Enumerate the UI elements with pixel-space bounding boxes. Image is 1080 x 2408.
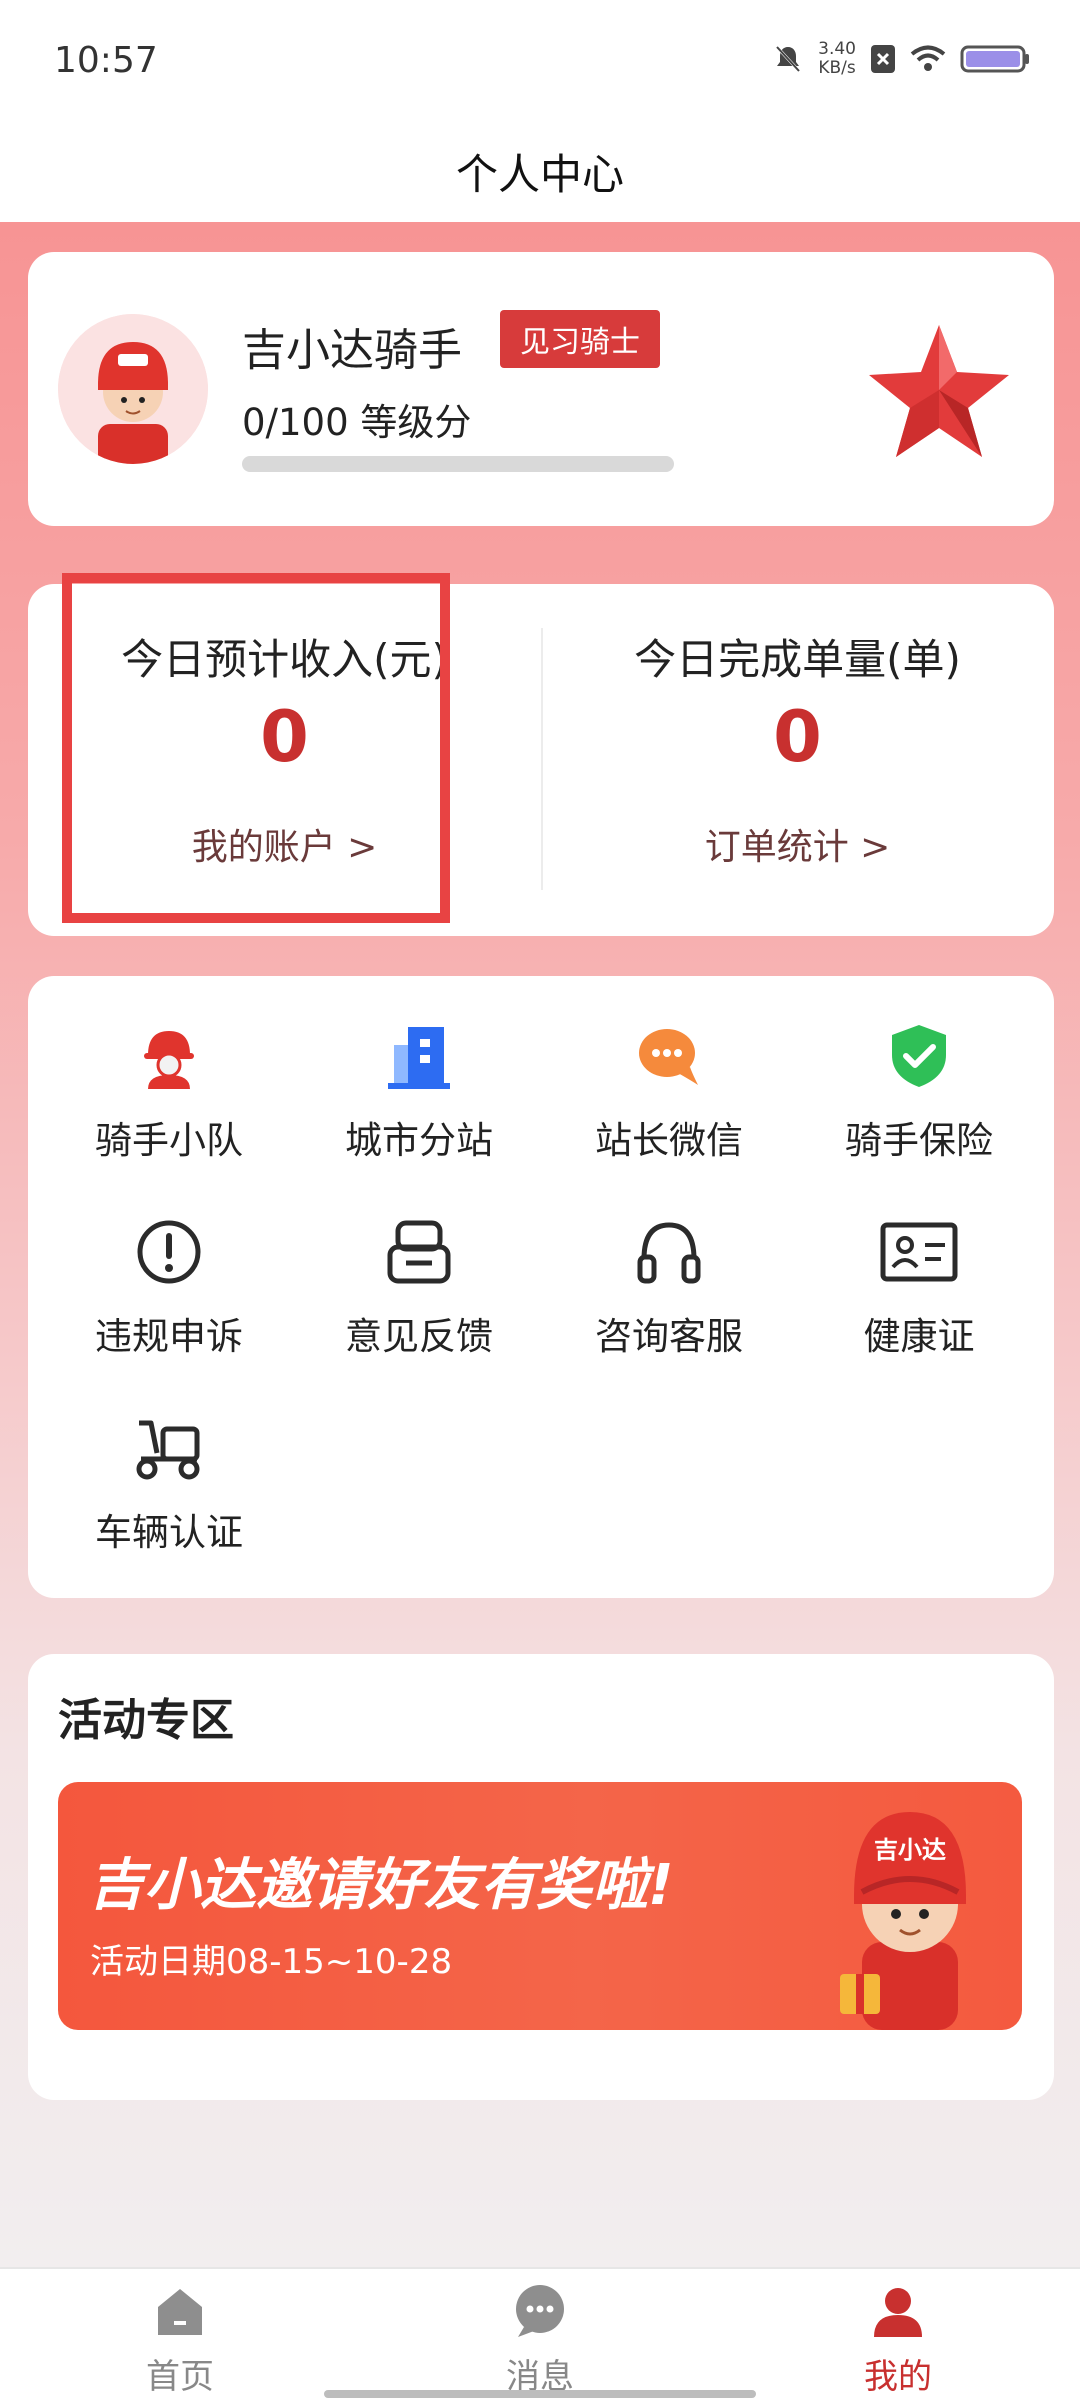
activity-card: 活动专区 吉小达邀请好友有奖啦! 活动日期08-15~10-28 吉小达 bbox=[28, 1654, 1054, 2100]
service-station-wechat[interactable]: 站长微信 bbox=[544, 976, 794, 1162]
profile-card[interactable]: 吉小达骑手 见习骑士 0/100 等级分 bbox=[28, 252, 1054, 526]
service-label: 骑手保险 bbox=[845, 1119, 993, 1162]
level-score: 0/100 等级分 bbox=[242, 401, 472, 444]
headphones-icon bbox=[619, 1202, 719, 1302]
tab-label: 我的 bbox=[864, 2357, 932, 2397]
banner-title: 吉小达邀请好友有奖啦! bbox=[88, 1853, 674, 1918]
rider-name: 吉小达骑手 bbox=[242, 325, 462, 376]
rider-team-icon bbox=[119, 1006, 219, 1106]
page-title: 个人中心 bbox=[455, 149, 624, 199]
tab-messages[interactable]: 消息 bbox=[450, 2269, 630, 2408]
rider-avatar-illustration bbox=[58, 314, 208, 464]
service-label: 车辆认证 bbox=[95, 1511, 243, 1554]
service-rider-insurance[interactable]: 骑手保险 bbox=[794, 976, 1044, 1162]
status-bar: 10:57 3.40 KB/s bbox=[0, 0, 1080, 120]
services-grid-card: 骑手小队 城市分站 站长微信 骑手保险 违规申诉 意见反馈 咨询客服 健康证 车… bbox=[28, 976, 1054, 1598]
star-icon bbox=[869, 325, 1009, 457]
building-icon bbox=[369, 1006, 469, 1106]
orders-label: 今日完成单量(单) bbox=[634, 635, 961, 684]
service-rider-team[interactable]: 骑手小队 bbox=[44, 976, 294, 1162]
rank-badge: 见习骑士 bbox=[500, 310, 660, 368]
top-navbar: 个人中心 bbox=[0, 120, 1080, 222]
service-label: 咨询客服 bbox=[595, 1315, 743, 1358]
alert-circle-icon bbox=[119, 1202, 219, 1302]
chat-bubble-icon bbox=[619, 1006, 719, 1106]
service-label: 城市分站 bbox=[345, 1119, 493, 1162]
highlight-box bbox=[62, 573, 450, 923]
service-label: 健康证 bbox=[863, 1315, 975, 1358]
status-time: 10:57 bbox=[54, 40, 158, 81]
message-icon bbox=[516, 2285, 564, 2337]
invite-banner[interactable]: 吉小达邀请好友有奖啦! 活动日期08-15~10-28 吉小达 bbox=[58, 1782, 1022, 2030]
network-speed: 3.40 KB/s bbox=[818, 40, 856, 78]
level-progress-bar bbox=[242, 456, 674, 472]
mascot-helmet-text: 吉小达 bbox=[874, 1836, 946, 1864]
home-indicator[interactable] bbox=[324, 2390, 756, 2398]
bottom-tab-bar: 首页 消息 我的 bbox=[0, 2267, 1080, 2408]
service-customer-support[interactable]: 咨询客服 bbox=[544, 1172, 794, 1358]
service-violation-appeal[interactable]: 违规申诉 bbox=[44, 1172, 294, 1358]
order-statistics-link[interactable]: 订单统计 > bbox=[541, 818, 1054, 870]
mascot-illustration: 吉小达 bbox=[840, 1812, 966, 2030]
service-city-station[interactable]: 城市分站 bbox=[294, 976, 544, 1162]
service-label: 意见反馈 bbox=[345, 1315, 493, 1358]
banner-date: 活动日期08-15~10-28 bbox=[90, 1942, 453, 1982]
service-label: 骑手小队 bbox=[95, 1119, 243, 1162]
orders-stat: 今日完成单量(单) 0 订单统计 > bbox=[541, 584, 1054, 936]
service-label: 违规申诉 bbox=[95, 1315, 243, 1358]
home-icon bbox=[158, 2289, 202, 2335]
user-icon bbox=[874, 2288, 922, 2337]
scooter-icon bbox=[119, 1398, 219, 1498]
speed-value: 3.40 bbox=[818, 39, 856, 59]
avatar[interactable] bbox=[58, 314, 208, 464]
status-icons: 3.40 KB/s bbox=[772, 40, 1030, 78]
wifi-icon bbox=[910, 45, 946, 71]
id-card-icon bbox=[869, 1202, 969, 1302]
service-label: 站长微信 bbox=[595, 1119, 743, 1162]
orders-value: 0 bbox=[773, 696, 822, 778]
shield-check-icon bbox=[869, 1006, 969, 1106]
battery-icon bbox=[960, 45, 1029, 73]
tab-label: 首页 bbox=[146, 2357, 214, 2397]
service-feedback[interactable]: 意见反馈 bbox=[294, 1172, 544, 1358]
tab-mine[interactable]: 我的 bbox=[808, 2269, 988, 2408]
speed-unit: KB/s bbox=[818, 58, 856, 78]
sim-x-icon bbox=[871, 45, 895, 73]
mute-bell-icon bbox=[776, 45, 801, 73]
activity-title: 活动专区 bbox=[58, 1695, 234, 1746]
tab-home[interactable]: 首页 bbox=[90, 2269, 270, 2408]
service-vehicle-verification[interactable]: 车辆认证 bbox=[44, 1368, 294, 1554]
feedback-box-icon bbox=[369, 1202, 469, 1302]
service-health-certificate[interactable]: 健康证 bbox=[794, 1172, 1044, 1358]
